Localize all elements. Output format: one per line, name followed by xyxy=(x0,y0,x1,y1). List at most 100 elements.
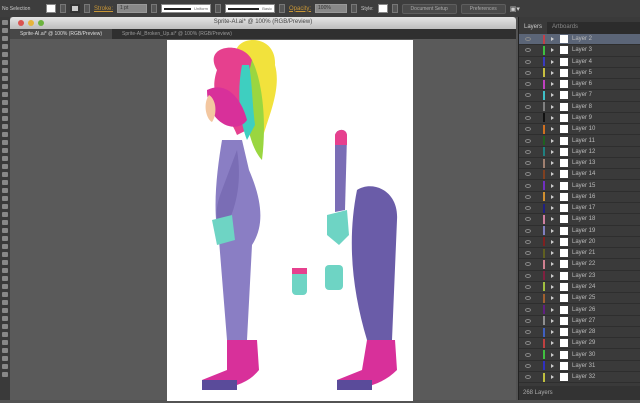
fill-swatch[interactable] xyxy=(46,4,56,13)
tool-icon[interactable] xyxy=(2,180,8,185)
expand-triangle-icon[interactable] xyxy=(551,296,554,301)
opacity-dropdown[interactable] xyxy=(351,4,358,13)
tool-icon[interactable] xyxy=(2,252,8,257)
tool-icon[interactable] xyxy=(2,52,8,57)
layer-row[interactable]: Layer 22 xyxy=(519,259,640,271)
layer-row[interactable]: Layer 17 xyxy=(519,203,640,215)
visibility-eye-icon[interactable] xyxy=(525,93,531,98)
tool-icon[interactable] xyxy=(2,236,8,241)
tool-icon[interactable] xyxy=(2,364,8,369)
tool-icon[interactable] xyxy=(2,316,8,321)
canvas[interactable] xyxy=(10,39,516,401)
tool-icon[interactable] xyxy=(2,148,8,153)
expand-triangle-icon[interactable] xyxy=(551,82,554,87)
visibility-eye-icon[interactable] xyxy=(525,37,531,42)
visibility-eye-icon[interactable] xyxy=(525,318,531,323)
layer-row[interactable]: Layer 28 xyxy=(519,327,640,339)
tool-icon[interactable] xyxy=(2,292,8,297)
tool-icon[interactable] xyxy=(2,36,8,41)
tool-icon[interactable] xyxy=(2,92,8,97)
layer-row[interactable]: Layer 31 xyxy=(519,361,640,372)
expand-triangle-icon[interactable] xyxy=(551,375,554,380)
expand-triangle-icon[interactable] xyxy=(551,48,554,53)
style-dropdown[interactable] xyxy=(391,4,398,13)
layer-row[interactable]: Layer 20 xyxy=(519,237,640,249)
visibility-eye-icon[interactable] xyxy=(525,251,531,256)
expand-triangle-icon[interactable] xyxy=(551,330,554,335)
tool-icon[interactable] xyxy=(2,60,8,65)
stroke-weight-dropdown[interactable] xyxy=(151,4,158,13)
tool-icon[interactable] xyxy=(2,356,8,361)
tool-icon[interactable] xyxy=(2,124,8,129)
tool-icon[interactable] xyxy=(2,164,8,169)
expand-triangle-icon[interactable] xyxy=(551,341,554,346)
visibility-eye-icon[interactable] xyxy=(525,172,531,177)
tool-icon[interactable] xyxy=(2,372,8,377)
layer-row[interactable]: Layer 27 xyxy=(519,316,640,327)
tool-icon[interactable] xyxy=(2,228,8,233)
stroke-dropdown[interactable] xyxy=(84,4,90,13)
layer-row[interactable]: Layer 3 xyxy=(519,45,640,57)
tool-icon[interactable] xyxy=(2,348,8,353)
tool-icon[interactable] xyxy=(2,276,8,281)
layer-row[interactable]: Layer 24 xyxy=(519,282,640,294)
layer-row[interactable]: Layer 26 xyxy=(519,304,640,316)
visibility-eye-icon[interactable] xyxy=(525,363,531,368)
tool-icon[interactable] xyxy=(2,44,8,49)
expand-triangle-icon[interactable] xyxy=(551,127,554,132)
tool-icon[interactable] xyxy=(2,76,8,81)
tool-icon[interactable] xyxy=(2,196,8,201)
layer-row[interactable]: Layer 13 xyxy=(519,158,640,170)
tab-layers[interactable]: Layers xyxy=(519,22,548,34)
visibility-eye-icon[interactable] xyxy=(525,228,531,233)
artboard[interactable] xyxy=(167,40,413,401)
stroke-weight-field[interactable]: 1 pt xyxy=(117,4,148,13)
layer-row[interactable]: Layer 5 xyxy=(519,68,640,80)
visibility-eye-icon[interactable] xyxy=(525,115,531,120)
expand-triangle-icon[interactable] xyxy=(551,363,554,368)
layer-row[interactable]: Layer 10 xyxy=(519,124,640,136)
tool-icon[interactable] xyxy=(2,300,8,305)
visibility-eye-icon[interactable] xyxy=(525,341,531,346)
expand-triangle-icon[interactable] xyxy=(551,183,554,188)
layer-row[interactable]: Layer 18 xyxy=(519,214,640,226)
expand-triangle-icon[interactable] xyxy=(551,217,554,222)
expand-triangle-icon[interactable] xyxy=(551,59,554,64)
expand-triangle-icon[interactable] xyxy=(551,251,554,256)
variable-width-profile[interactable]: Uniform xyxy=(161,4,212,13)
expand-triangle-icon[interactable] xyxy=(551,115,554,120)
visibility-eye-icon[interactable] xyxy=(525,104,531,109)
layer-row[interactable]: Layer 4 xyxy=(519,57,640,68)
style-swatch[interactable] xyxy=(377,4,388,13)
layer-row[interactable]: Layer 30 xyxy=(519,349,640,361)
tool-icon[interactable] xyxy=(2,132,8,137)
expand-triangle-icon[interactable] xyxy=(551,307,554,312)
tool-icon[interactable] xyxy=(2,68,8,73)
visibility-eye-icon[interactable] xyxy=(525,183,531,188)
visibility-eye-icon[interactable] xyxy=(525,296,531,301)
tool-icon[interactable] xyxy=(2,308,8,313)
visibility-eye-icon[interactable] xyxy=(525,273,531,278)
brush-definition[interactable]: Basic xyxy=(225,4,276,13)
tool-icon[interactable] xyxy=(2,100,8,105)
layer-row[interactable]: Layer 19 xyxy=(519,226,640,237)
document-setup-button[interactable]: Document Setup xyxy=(401,3,457,14)
visibility-eye-icon[interactable] xyxy=(525,70,531,75)
layer-row[interactable]: Layer 9 xyxy=(519,113,640,125)
layer-row[interactable]: Layer 15 xyxy=(519,180,640,192)
tool-icon[interactable] xyxy=(2,156,8,161)
visibility-eye-icon[interactable] xyxy=(525,239,531,244)
tool-icon[interactable] xyxy=(2,212,8,217)
tab-sprite-ai-broken-up[interactable]: Sprite-AI_Broken_Up.ai* @ 100% (RGB/Prev… xyxy=(112,29,242,39)
tool-icon[interactable] xyxy=(2,204,8,209)
visibility-eye-icon[interactable] xyxy=(525,138,531,143)
expand-triangle-icon[interactable] xyxy=(551,93,554,98)
tool-icon[interactable] xyxy=(2,220,8,225)
layer-row[interactable]: Layer 11 xyxy=(519,135,640,147)
tool-icon[interactable] xyxy=(2,244,8,249)
tab-sprite-ai[interactable]: Sprite-AI.ai* @ 100% (RGB/Preview) xyxy=(10,29,113,39)
layer-row[interactable]: Layer 23 xyxy=(519,271,640,282)
layer-row[interactable]: Layer 25 xyxy=(519,293,640,305)
tool-icon[interactable] xyxy=(2,284,8,289)
layer-row[interactable]: Layer 12 xyxy=(519,147,640,158)
